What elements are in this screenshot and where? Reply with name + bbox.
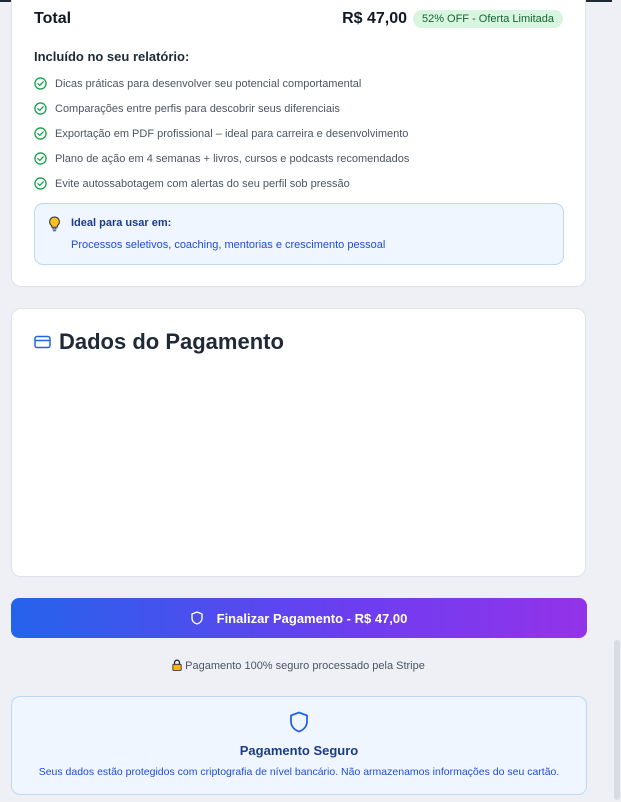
feature-text: Dicas práticas para desenvolver seu pote… — [55, 77, 362, 90]
feature-text: Plano de ação em 4 semanas + livros, cur… — [55, 152, 410, 165]
total-label: Total — [34, 10, 72, 27]
feature-item: Exportação em PDF profissional – ideal p… — [34, 121, 409, 146]
feature-item: Comparações entre perfis para descobrir … — [34, 96, 409, 121]
feature-text: Comparações entre perfis para descobrir … — [55, 102, 340, 115]
feature-text: Evite autossabotagem com alertas do seu … — [55, 177, 350, 190]
feature-list: Dicas práticas para desenvolver seu pote… — [34, 71, 409, 196]
ideal-use-box: Ideal para usar em: Processos seletivos,… — [34, 203, 564, 265]
scrollbar-thumb[interactable] — [614, 640, 620, 800]
total-row: Total R$ 47,00 52% OFF - Oferta Limitada — [34, 9, 563, 31]
secure-payment-note: Pagamento 100% seguro processado pela St… — [0, 659, 597, 672]
check-circle-icon — [34, 152, 47, 165]
ideal-use-text: Processos seletivos, coaching, mentorias… — [71, 239, 386, 251]
credit-card-icon — [34, 335, 51, 349]
scrollbar[interactable] — [612, 0, 621, 802]
secure-payment-box: Pagamento Seguro Seus dados estão proteg… — [11, 696, 587, 795]
payment-title: Dados do Pagamento — [59, 329, 284, 354]
feature-item: Plano de ação em 4 semanas + livros, cur… — [34, 146, 409, 171]
feature-item: Dicas práticas para desenvolver seu pote… — [34, 71, 409, 96]
included-title: Incluído no seu relatório: — [34, 49, 190, 64]
check-circle-icon — [34, 127, 47, 140]
check-circle-icon — [34, 102, 47, 115]
check-circle-icon — [34, 77, 47, 90]
lightbulb-icon — [49, 216, 60, 232]
payment-header: Dados do Pagamento — [34, 329, 284, 355]
total-price: R$ 47,00 — [342, 10, 407, 27]
secure-note-text: Pagamento 100% seguro processado pela St… — [185, 660, 425, 672]
ideal-use-title: Ideal para usar em: — [71, 217, 172, 229]
order-summary-card: Total R$ 47,00 52% OFF - Oferta Limitada… — [11, 0, 586, 287]
finalize-payment-button[interactable]: Finalizar Pagamento - R$ 47,00 — [11, 598, 587, 638]
feature-item: Evite autossabotagem com alertas do seu … — [34, 171, 409, 196]
payment-details-card: Dados do Pagamento — [11, 308, 586, 577]
discount-badge: 52% OFF - Oferta Limitada — [412, 10, 563, 28]
lock-icon — [172, 659, 182, 671]
shield-icon — [190, 611, 203, 625]
check-circle-icon — [34, 177, 47, 190]
finalize-payment-label: Finalizar Pagamento - R$ 47,00 — [216, 610, 408, 626]
feature-text: Exportação em PDF profissional – ideal p… — [55, 127, 409, 140]
secure-box-title: Pagamento Seguro — [239, 743, 359, 758]
shield-icon — [290, 711, 308, 733]
secure-box-description: Seus dados estão protegidos com criptogr… — [38, 766, 560, 778]
